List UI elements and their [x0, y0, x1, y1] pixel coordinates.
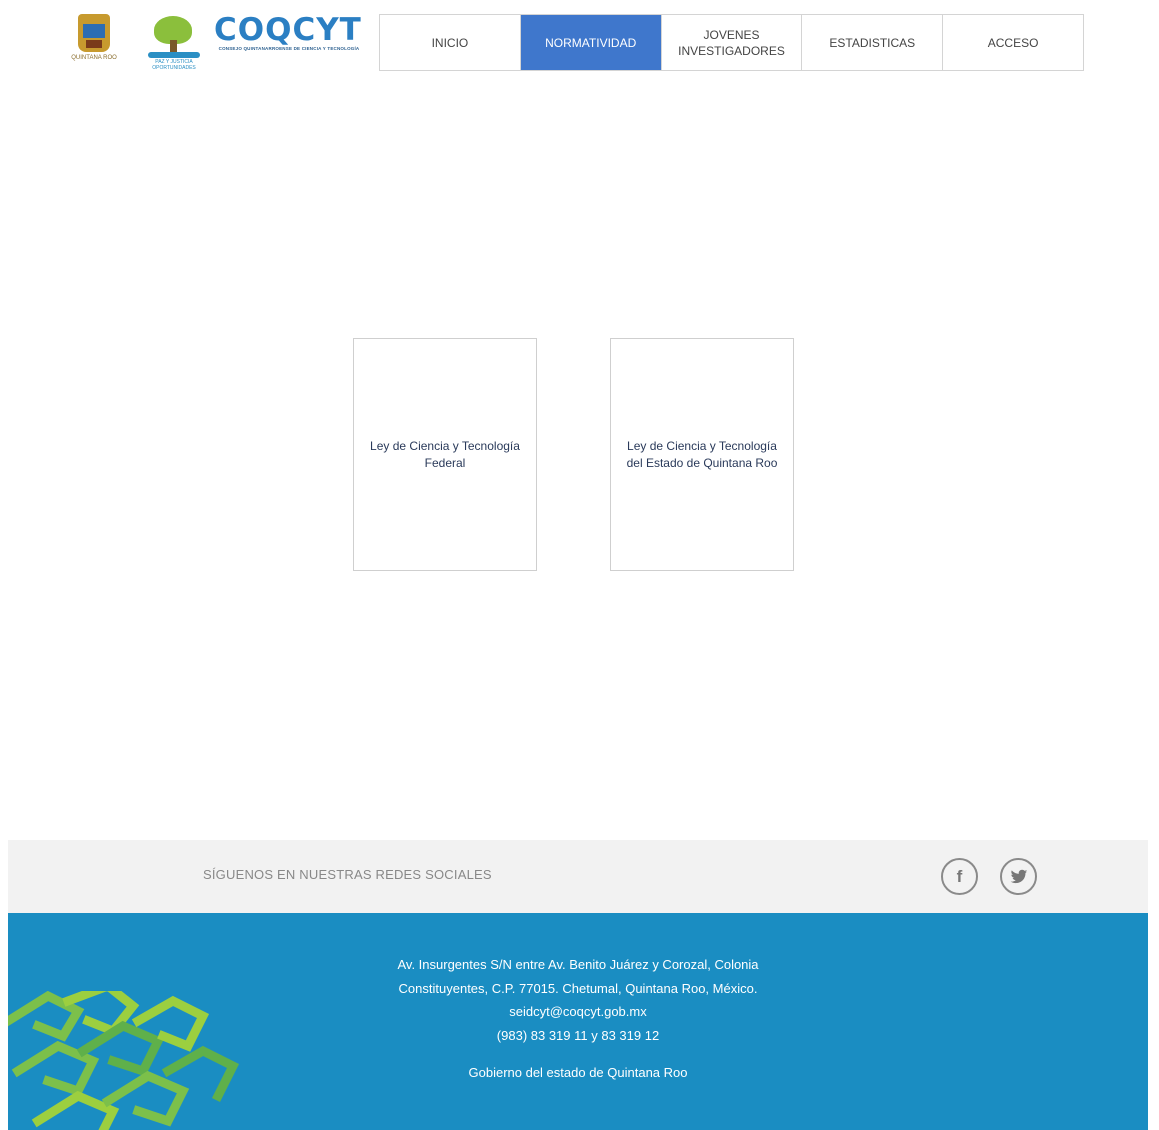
card-label: Ley de Ciencia y Tecnología Federal	[370, 438, 520, 470]
site-header: QUINTANA ROO PAZ Y JUSTICIA OPORTUNIDADE…	[0, 0, 1159, 90]
quintana-roo-logo[interactable]: QUINTANA ROO	[58, 12, 130, 74]
quintana-roo-logo-text: QUINTANA ROO	[71, 55, 117, 61]
nav-item-estadisticas[interactable]: ESTADISTICAS	[802, 15, 944, 70]
coqcyt-title: COQCYT	[214, 12, 362, 48]
card-ley-federal[interactable]: Ley de Ciencia y Tecnología Federal	[353, 338, 537, 571]
site-footer: Av. Insurgentes S/N entre Av. Benito Juá…	[8, 913, 1148, 1130]
main-nav: INICIO NORMATIVIDAD JOVENES INVESTIGADOR…	[379, 14, 1084, 71]
twitter-icon[interactable]	[1000, 858, 1037, 895]
footer-phone: (983) 83 319 11 y 83 319 12	[496, 1027, 660, 1043]
footer-government[interactable]: Gobierno del estado de Quintana Roo	[8, 1061, 1148, 1085]
nav-item-jovenes-investigadores[interactable]: JOVENES INVESTIGADORES	[662, 15, 803, 70]
tree-wave	[148, 52, 200, 58]
card-label: Ley de Ciencia y Tecnología del Estado d…	[626, 438, 778, 470]
social-bar: SÍGUENOS EN NUESTRAS REDES SOCIALES f	[8, 840, 1148, 913]
government-tree-logo[interactable]: PAZ Y JUSTICIA OPORTUNIDADES	[144, 14, 204, 71]
nav-item-acceso[interactable]: ACCESO	[943, 15, 1083, 70]
coqcyt-subtitle: CONSEJO QUINTANARROENSE DE CIENCIA Y TEC…	[218, 46, 360, 51]
nav-item-normatividad[interactable]: NORMATIVIDAD	[520, 15, 662, 70]
crest-icon	[78, 14, 110, 52]
facebook-icon[interactable]: f	[941, 858, 978, 895]
twitter-bird-icon	[1010, 869, 1027, 883]
tree-logo-text: PAZ Y JUSTICIA OPORTUNIDADES	[152, 59, 196, 71]
social-text: SÍGUENOS EN NUESTRAS REDES SOCIALES	[203, 867, 492, 882]
footer-address: Av. Insurgentes S/N entre Av. Benito Juá…	[397, 957, 759, 996]
nav-item-inicio[interactable]: INICIO	[380, 15, 521, 70]
coqcyt-logo[interactable]: COQCYT CONSEJO QUINTANARROENSE DE CIENCI…	[214, 14, 364, 70]
card-ley-estatal[interactable]: Ley de Ciencia y Tecnología del Estado d…	[610, 338, 794, 571]
footer-info: Av. Insurgentes S/N entre Av. Benito Juá…	[8, 953, 1148, 1085]
footer-email[interactable]: seidcyt@coqcyt.gob.mx	[8, 1000, 1148, 1024]
